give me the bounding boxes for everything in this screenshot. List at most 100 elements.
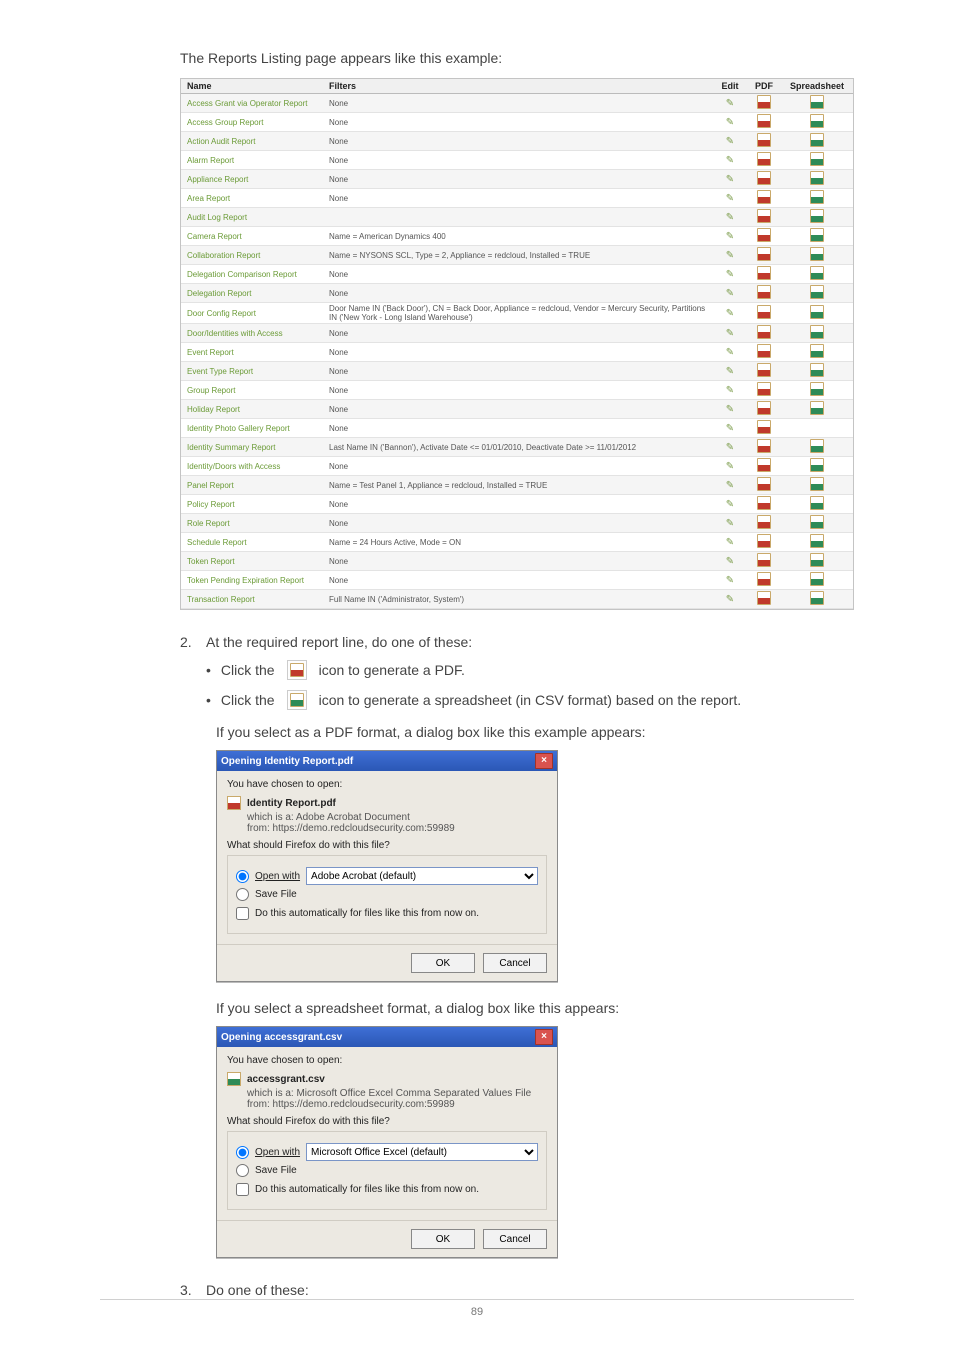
edit-icon[interactable]: ✎ <box>726 269 734 280</box>
spreadsheet-icon[interactable] <box>810 285 824 299</box>
spreadsheet-icon[interactable] <box>810 209 824 223</box>
close-icon[interactable]: × <box>535 1029 553 1045</box>
report-name-link[interactable]: Identity Summary Report <box>181 438 323 457</box>
pdf-icon[interactable] <box>757 266 771 280</box>
pdf-icon[interactable] <box>757 363 771 377</box>
edit-icon[interactable]: ✎ <box>726 117 734 128</box>
edit-icon[interactable]: ✎ <box>726 499 734 510</box>
edit-icon[interactable]: ✎ <box>726 288 734 299</box>
spreadsheet-icon[interactable] <box>810 458 824 472</box>
pdf-icon[interactable] <box>757 572 771 586</box>
pdf-icon[interactable] <box>757 401 771 415</box>
pdf-icon[interactable] <box>757 247 771 261</box>
pdf-icon[interactable] <box>757 209 771 223</box>
report-name-link[interactable]: Panel Report <box>181 476 323 495</box>
pdf-icon[interactable] <box>757 439 771 453</box>
ok-button[interactable]: OK <box>411 953 475 973</box>
auto-checkbox[interactable] <box>236 1183 249 1196</box>
ok-button[interactable]: OK <box>411 1229 475 1249</box>
report-name-link[interactable]: Event Report <box>181 343 323 362</box>
spreadsheet-icon[interactable] <box>810 247 824 261</box>
spreadsheet-icon[interactable] <box>810 401 824 415</box>
spreadsheet-icon[interactable] <box>810 190 824 204</box>
spreadsheet-icon[interactable] <box>810 534 824 548</box>
edit-icon[interactable]: ✎ <box>726 480 734 491</box>
pdf-icon[interactable] <box>757 458 771 472</box>
pdf-icon[interactable] <box>757 591 771 605</box>
pdf-icon[interactable] <box>757 344 771 358</box>
report-name-link[interactable]: Holiday Report <box>181 400 323 419</box>
save-file-radio[interactable] <box>236 888 249 901</box>
spreadsheet-icon[interactable] <box>810 228 824 242</box>
report-name-link[interactable]: Policy Report <box>181 495 323 514</box>
pdf-icon[interactable] <box>757 382 771 396</box>
edit-icon[interactable]: ✎ <box>726 308 734 319</box>
edit-icon[interactable]: ✎ <box>726 442 734 453</box>
edit-icon[interactable]: ✎ <box>726 328 734 339</box>
edit-icon[interactable]: ✎ <box>726 136 734 147</box>
edit-icon[interactable]: ✎ <box>726 174 734 185</box>
report-name-link[interactable]: Audit Log Report <box>181 208 323 227</box>
report-name-link[interactable]: Collaboration Report <box>181 246 323 265</box>
report-name-link[interactable]: Schedule Report <box>181 533 323 552</box>
report-name-link[interactable]: Access Group Report <box>181 113 323 132</box>
spreadsheet-icon[interactable] <box>810 515 824 529</box>
edit-icon[interactable]: ✎ <box>726 366 734 377</box>
save-file-radio[interactable] <box>236 1164 249 1177</box>
edit-icon[interactable]: ✎ <box>726 347 734 358</box>
pdf-icon[interactable] <box>757 114 771 128</box>
edit-icon[interactable]: ✎ <box>726 193 734 204</box>
report-name-link[interactable]: Event Type Report <box>181 362 323 381</box>
pdf-icon[interactable] <box>757 305 771 319</box>
report-name-link[interactable]: Group Report <box>181 381 323 400</box>
report-name-link[interactable]: Area Report <box>181 189 323 208</box>
spreadsheet-icon[interactable] <box>810 266 824 280</box>
pdf-icon[interactable] <box>757 171 771 185</box>
edit-icon[interactable]: ✎ <box>726 575 734 586</box>
report-name-link[interactable]: Door/Identities with Access <box>181 324 323 343</box>
pdf-icon[interactable] <box>757 420 771 434</box>
report-name-link[interactable]: Door Config Report <box>181 303 323 324</box>
open-with-select[interactable]: Microsoft Office Excel (default) <box>306 1143 538 1161</box>
edit-icon[interactable]: ✎ <box>726 423 734 434</box>
spreadsheet-icon[interactable] <box>810 152 824 166</box>
spreadsheet-icon[interactable] <box>810 439 824 453</box>
spreadsheet-icon[interactable] <box>810 591 824 605</box>
spreadsheet-icon[interactable] <box>810 171 824 185</box>
spreadsheet-icon[interactable] <box>810 133 824 147</box>
close-icon[interactable]: × <box>535 753 553 769</box>
pdf-icon[interactable] <box>757 228 771 242</box>
spreadsheet-icon[interactable] <box>810 305 824 319</box>
report-name-link[interactable]: Transaction Report <box>181 590 323 609</box>
spreadsheet-icon[interactable] <box>810 382 824 396</box>
spreadsheet-icon[interactable] <box>810 572 824 586</box>
spreadsheet-icon[interactable] <box>810 325 824 339</box>
pdf-icon[interactable] <box>757 95 771 109</box>
edit-icon[interactable]: ✎ <box>726 461 734 472</box>
pdf-icon[interactable] <box>757 133 771 147</box>
pdf-icon[interactable] <box>757 496 771 510</box>
spreadsheet-icon[interactable] <box>810 363 824 377</box>
edit-icon[interactable]: ✎ <box>726 385 734 396</box>
cancel-button[interactable]: Cancel <box>483 1229 547 1249</box>
report-name-link[interactable]: Role Report <box>181 514 323 533</box>
edit-icon[interactable]: ✎ <box>726 518 734 529</box>
edit-icon[interactable]: ✎ <box>726 231 734 242</box>
pdf-icon[interactable] <box>757 534 771 548</box>
pdf-icon[interactable] <box>757 152 771 166</box>
edit-icon[interactable]: ✎ <box>726 537 734 548</box>
report-name-link[interactable]: Appliance Report <box>181 170 323 189</box>
spreadsheet-icon[interactable] <box>810 114 824 128</box>
spreadsheet-icon[interactable] <box>810 344 824 358</box>
open-with-radio[interactable] <box>236 1146 249 1159</box>
spreadsheet-icon[interactable] <box>810 553 824 567</box>
spreadsheet-icon[interactable] <box>810 496 824 510</box>
edit-icon[interactable]: ✎ <box>726 155 734 166</box>
report-name-link[interactable]: Camera Report <box>181 227 323 246</box>
edit-icon[interactable]: ✎ <box>726 212 734 223</box>
pdf-icon[interactable] <box>757 190 771 204</box>
edit-icon[interactable]: ✎ <box>726 250 734 261</box>
edit-icon[interactable]: ✎ <box>726 594 734 605</box>
spreadsheet-icon[interactable] <box>810 477 824 491</box>
spreadsheet-icon[interactable] <box>810 95 824 109</box>
